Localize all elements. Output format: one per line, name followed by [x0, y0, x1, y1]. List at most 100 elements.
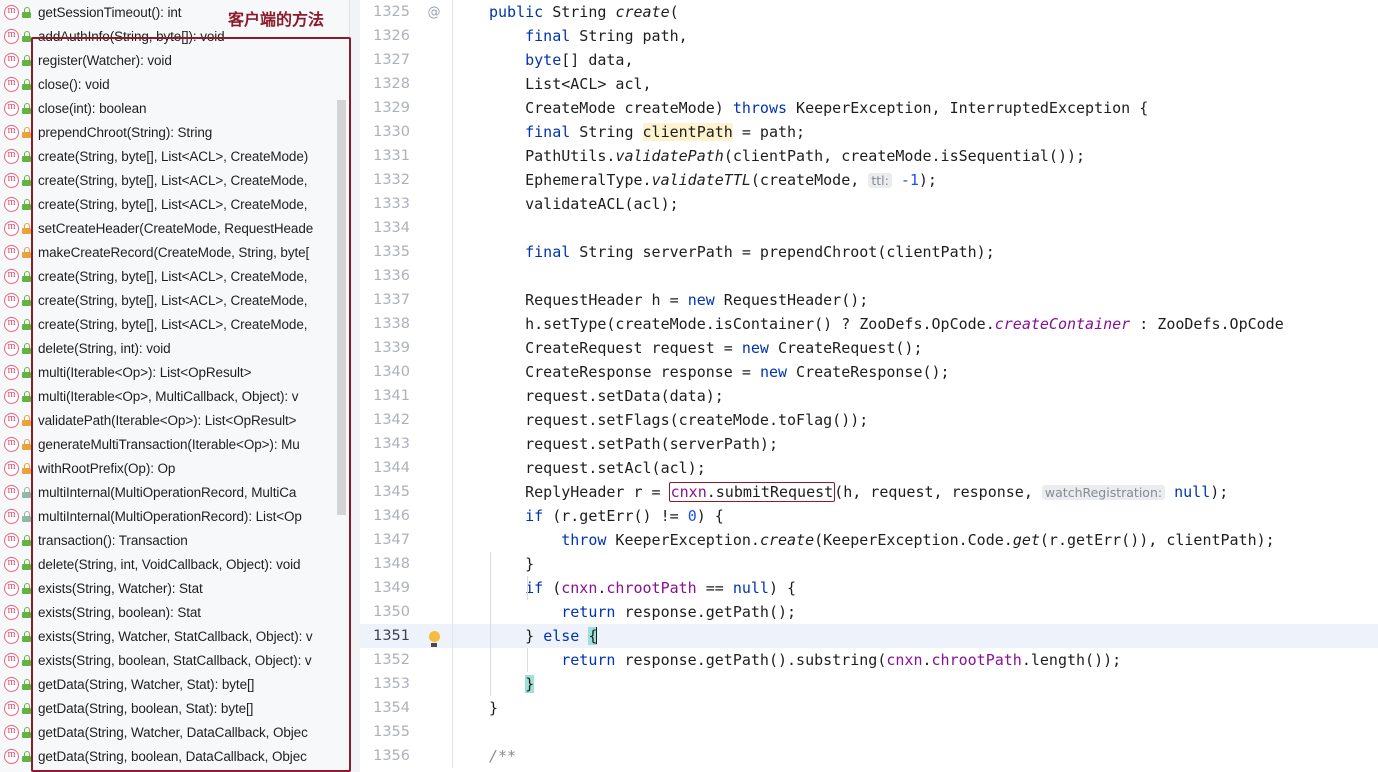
- code-line[interactable]: 1334: [360, 216, 1378, 240]
- member-list-item[interactable]: m create(String, byte[], List<ACL>, Creat…: [0, 312, 360, 336]
- code-text[interactable]: if (r.getErr() != 0) {: [453, 504, 1378, 528]
- members-list[interactable]: m getSessionTimeout(): int m addAuthInfo(St…: [0, 0, 360, 772]
- code-line[interactable]: 1353 }: [360, 672, 1378, 696]
- public-lock-icon: [22, 198, 31, 210]
- code-line[interactable]: 1326 final String path,: [360, 24, 1378, 48]
- code-editor-pane[interactable]: 1325 @ public String create(1326 final Str…: [360, 0, 1378, 772]
- code-text[interactable]: final String serverPath = prependChroot(…: [453, 240, 1378, 264]
- member-list-item[interactable]: m create(String, byte[], List<ACL>, Creat…: [0, 264, 360, 288]
- code-text[interactable]: }: [453, 696, 1378, 720]
- code-text[interactable]: public String create(: [453, 0, 1378, 24]
- member-list-item[interactable]: m exists(String, boolean): Stat: [0, 600, 360, 624]
- member-list-item[interactable]: m setCreateHeader(CreateMode, RequestHead…: [0, 216, 360, 240]
- member-list-item[interactable]: m generateMultiTransaction(Iterable<Op>):…: [0, 432, 360, 456]
- member-list-item[interactable]: m multi(Iterable<Op>): List<OpResult>: [0, 360, 360, 384]
- code-text[interactable]: } else {: [453, 624, 1378, 648]
- code-line[interactable]: 1331 PathUtils.validatePath(clientPath, …: [360, 144, 1378, 168]
- code-line[interactable]: 1349 if (cnxn.chrootPath == null) {: [360, 576, 1378, 600]
- member-list-item[interactable]: m create(String, byte[], List<ACL>, Creat…: [0, 144, 360, 168]
- member-list-item[interactable]: m exists(String, Watcher): Stat: [0, 576, 360, 600]
- member-list-item[interactable]: m multiInternal(MultiOperationRecord): Li…: [0, 504, 360, 528]
- code-text[interactable]: final String path,: [453, 24, 1378, 48]
- code-text[interactable]: CreateMode createMode) throws KeeperExce…: [453, 96, 1378, 120]
- code-line[interactable]: 1329 CreateMode createMode) throws Keepe…: [360, 96, 1378, 120]
- structure-members-popup[interactable]: m getSessionTimeout(): int m addAuthInfo(St…: [0, 0, 360, 772]
- member-list-item[interactable]: m delete(String, int, VoidCallback, Objec…: [0, 552, 360, 576]
- code-lines[interactable]: 1325 @ public String create(1326 final Str…: [360, 0, 1378, 768]
- code-line[interactable]: 1325 @ public String create(: [360, 0, 1378, 24]
- code-text[interactable]: /**: [453, 744, 1378, 768]
- member-list-item[interactable]: m withRootPrefix(Op): Op: [0, 456, 360, 480]
- member-list-item[interactable]: m close(): void: [0, 72, 360, 96]
- code-line[interactable]: 1336: [360, 264, 1378, 288]
- member-list-item[interactable]: m getData(String, boolean, Stat): byte[]: [0, 696, 360, 720]
- code-text[interactable]: CreateResponse response = new CreateResp…: [453, 360, 1378, 384]
- code-line[interactable]: 1355: [360, 720, 1378, 744]
- code-text[interactable]: return response.getPath();: [453, 600, 1378, 624]
- code-line[interactable]: 1328 List<ACL> acl,: [360, 72, 1378, 96]
- code-line[interactable]: 1356 /**: [360, 744, 1378, 768]
- code-text[interactable]: byte[] data,: [453, 48, 1378, 72]
- code-text[interactable]: CreateRequest request = new CreateReques…: [453, 336, 1378, 360]
- code-line[interactable]: 1342 request.setFlags(createMode.toFlag(…: [360, 408, 1378, 432]
- member-list-item[interactable]: m getData(String, boolean, DataCallback, …: [0, 744, 360, 768]
- code-line[interactable]: 1338 h.setType(createMode.isContainer() …: [360, 312, 1378, 336]
- code-line[interactable]: 1341 request.setData(data);: [360, 384, 1378, 408]
- member-list-item[interactable]: m exists(String, Watcher, StatCallback, O…: [0, 624, 360, 648]
- code-line[interactable]: 1345 ReplyHeader r = cnxn.submitRequest(…: [360, 480, 1378, 504]
- override-annotation-marker[interactable]: @: [416, 5, 452, 20]
- code-line[interactable]: 1350 return response.getPath();: [360, 600, 1378, 624]
- member-list-item[interactable]: m register(Watcher): void: [0, 48, 360, 72]
- code-line[interactable]: 1327 byte[] data,: [360, 48, 1378, 72]
- code-text[interactable]: }: [453, 672, 1378, 696]
- code-text[interactable]: PathUtils.validatePath(clientPath, creat…: [453, 144, 1378, 168]
- member-list-item[interactable]: m prependChroot(String): String: [0, 120, 360, 144]
- code-text[interactable]: request.setAcl(acl);: [453, 456, 1378, 480]
- code-text[interactable]: request.setFlags(createMode.toFlag());: [453, 408, 1378, 432]
- code-text[interactable]: EphemeralType.validateTTL(createMode, tt…: [453, 168, 1378, 193]
- code-line[interactable]: 1343 request.setPath(serverPath);: [360, 432, 1378, 456]
- member-list-item[interactable]: m close(int): boolean: [0, 96, 360, 120]
- code-text[interactable]: List<ACL> acl,: [453, 72, 1378, 96]
- code-text[interactable]: return response.getPath().substring(cnxn…: [453, 648, 1378, 672]
- code-line[interactable]: 1352 return response.getPath().substring…: [360, 648, 1378, 672]
- member-list-item[interactable]: m create(String, byte[], List<ACL>, Creat…: [0, 192, 360, 216]
- code-text[interactable]: throw KeeperException.create(KeeperExcep…: [453, 528, 1378, 552]
- code-text[interactable]: ReplyHeader r = cnxn.submitRequest(h, re…: [453, 480, 1378, 505]
- member-list-item[interactable]: m transaction(): Transaction: [0, 528, 360, 552]
- code-text[interactable]: RequestHeader h = new RequestHeader();: [453, 288, 1378, 312]
- code-line[interactable]: 1348 }: [360, 552, 1378, 576]
- member-list-item[interactable]: m multiInternal(MultiOperationRecord, Mul…: [0, 480, 360, 504]
- code-line[interactable]: 1335 final String serverPath = prependCh…: [360, 240, 1378, 264]
- code-text[interactable]: validateACL(acl);: [453, 192, 1378, 216]
- member-list-item[interactable]: m validatePath(Iterable<Op>): List<OpResu…: [0, 408, 360, 432]
- code-line[interactable]: 1347 throw KeeperException.create(Keeper…: [360, 528, 1378, 552]
- code-line[interactable]: 1351 } else {: [360, 624, 1378, 648]
- code-line[interactable]: 1346 if (r.getErr() != 0) {: [360, 504, 1378, 528]
- member-list-item[interactable]: m delete(String, int): void: [0, 336, 360, 360]
- member-list-item[interactable]: m getData(String, Watcher, Stat): byte[]: [0, 672, 360, 696]
- code-line[interactable]: 1332 EphemeralType.validateTTL(createMod…: [360, 168, 1378, 192]
- code-text[interactable]: }: [453, 552, 1378, 576]
- member-list-item[interactable]: m getData(String, Watcher, DataCallback, …: [0, 720, 360, 744]
- code-line[interactable]: 1330 final String clientPath = path;: [360, 120, 1378, 144]
- member-list-item[interactable]: m create(String, byte[], List<ACL>, Creat…: [0, 168, 360, 192]
- code-line[interactable]: 1339 CreateRequest request = new CreateR…: [360, 336, 1378, 360]
- code-text[interactable]: h.setType(createMode.isContainer() ? Zoo…: [453, 312, 1378, 336]
- code-text[interactable]: if (cnxn.chrootPath == null) {: [453, 576, 1378, 600]
- code-text[interactable]: request.setData(data);: [453, 384, 1378, 408]
- member-list-item[interactable]: mgetConfig(Watcher, Stat): byte[]: [0, 768, 360, 772]
- code-line[interactable]: 1354}: [360, 696, 1378, 720]
- code-text[interactable]: final String clientPath = path;: [453, 120, 1378, 144]
- member-list-item[interactable]: m create(String, byte[], List<ACL>, Creat…: [0, 288, 360, 312]
- member-list-item[interactable]: m exists(String, boolean, StatCallback, O…: [0, 648, 360, 672]
- member-list-item[interactable]: m multi(Iterable<Op>, MultiCallback, Obje…: [0, 384, 360, 408]
- code-text[interactable]: request.setPath(serverPath);: [453, 432, 1378, 456]
- code-line[interactable]: 1337 RequestHeader h = new RequestHeader…: [360, 288, 1378, 312]
- members-scrollbar-thumb[interactable]: [337, 100, 346, 515]
- code-line[interactable]: 1333 validateACL(acl);: [360, 192, 1378, 216]
- intention-bulb-icon[interactable]: [416, 629, 452, 645]
- member-list-item[interactable]: m makeCreateRecord(CreateMode, String, by…: [0, 240, 360, 264]
- code-line[interactable]: 1340 CreateResponse response = new Creat…: [360, 360, 1378, 384]
- code-line[interactable]: 1344 request.setAcl(acl);: [360, 456, 1378, 480]
